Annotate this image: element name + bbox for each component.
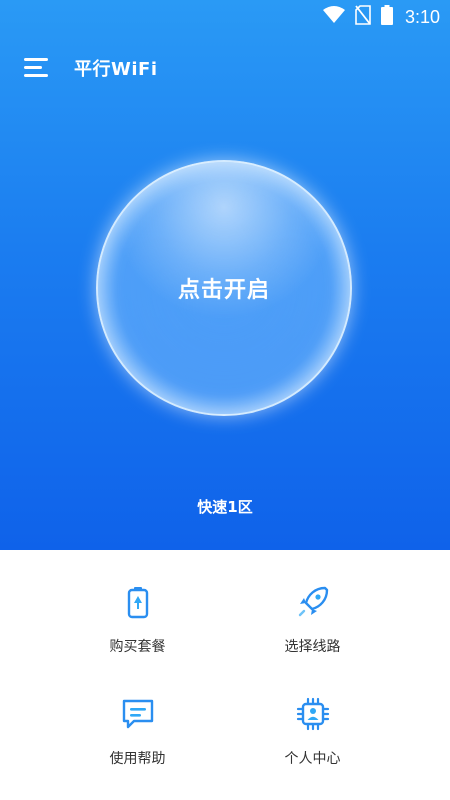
connect-button-label: 点击开启 (177, 278, 270, 303)
battery-icon (120, 584, 156, 620)
status-time: 3:10 (404, 6, 440, 27)
server-name[interactable]: 快速1区 (0, 496, 450, 517)
profile-label: 个人中心 (284, 751, 341, 767)
status-bar: 3:10 (0, 0, 450, 34)
connect-button[interactable]: 点击开启 (96, 160, 352, 416)
wifi-icon (322, 6, 345, 28)
select-route-label: 选择线路 (284, 639, 341, 655)
chip-icon (295, 696, 331, 732)
profile-button[interactable]: 个人中心 (200, 662, 425, 772)
rocket-icon (295, 584, 331, 620)
app-title: 平行WiFi (74, 59, 158, 80)
chat-icon (120, 696, 156, 732)
feature-grid: 购买套餐 选择线路 使用帮助 个人中心 (0, 550, 450, 800)
battery-icon (380, 5, 393, 29)
status-icons: 3:10 (322, 5, 440, 29)
app-bar: 平行WiFi (0, 44, 450, 92)
select-route-button[interactable]: 选择线路 (200, 550, 425, 660)
menu-button[interactable] (22, 54, 52, 82)
menu-icon (22, 58, 52, 86)
no-sim-icon (355, 5, 371, 29)
